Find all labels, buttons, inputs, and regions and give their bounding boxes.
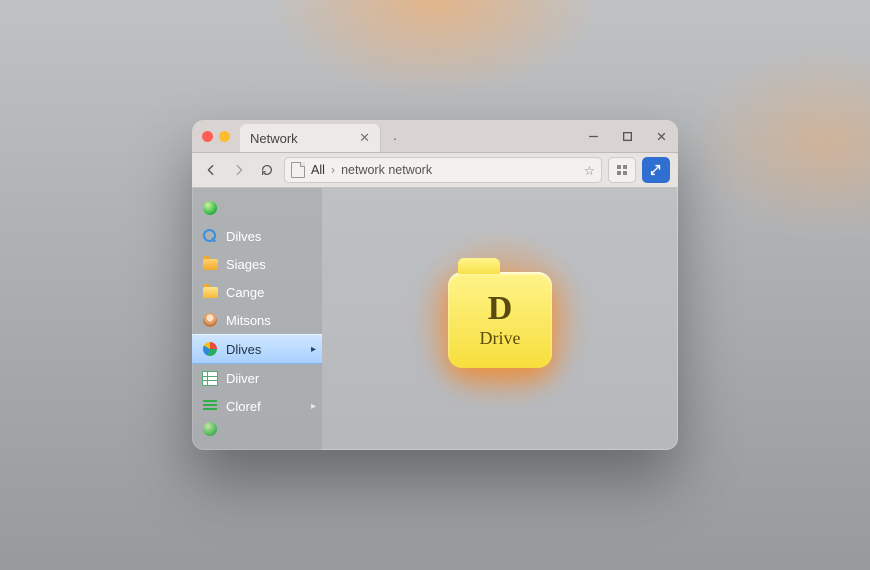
settings-button[interactable] — [642, 157, 670, 183]
sidebar-item-dlives[interactable]: Dlives ▸ — [192, 334, 322, 364]
breadcrumb-path[interactable]: network network — [341, 163, 432, 177]
sidebar-item-label: Dilves — [226, 229, 261, 244]
folder-icon — [202, 256, 218, 272]
drive-glow: D Drive — [440, 260, 560, 380]
drive-folder[interactable]: D Drive — [448, 272, 552, 368]
close-dot-icon[interactable] — [202, 131, 213, 142]
sidebar-item-overflow[interactable] — [192, 420, 322, 438]
minimize-button[interactable] — [576, 120, 610, 152]
table-icon — [202, 370, 218, 386]
sidebar-item-label: Cloref — [226, 399, 261, 414]
sidebar-item-label: Dlives — [226, 342, 261, 357]
sidebar-item-label: Diiver — [226, 371, 259, 386]
sidebar-item-cange[interactable]: Cange — [192, 278, 322, 306]
sidebar: Dilves Siages Cange Mitsons Dlives ▸ — [192, 188, 322, 450]
back-button[interactable] — [200, 159, 222, 181]
sidebar-item-home[interactable] — [192, 194, 322, 222]
forward-button[interactable] — [228, 159, 250, 181]
favorite-icon[interactable]: ☆ — [584, 163, 595, 178]
address-bar[interactable]: All › network network ☆ — [284, 157, 602, 183]
globe-icon — [202, 421, 218, 437]
titlebar: Network ✕ · — [192, 120, 678, 153]
window-controls — [576, 120, 678, 152]
sidebar-item-siages[interactable]: Siages — [192, 250, 322, 278]
tab-network[interactable]: Network ✕ — [240, 124, 381, 152]
toolbar: All › network network ☆ — [192, 153, 678, 188]
breadcrumb-separator-icon: › — [331, 163, 335, 177]
sidebar-item-label: Cange — [226, 285, 264, 300]
sidebar-item-diiver[interactable]: Diiver — [192, 364, 322, 392]
search-icon — [202, 228, 218, 244]
sidebar-item-mitsons[interactable]: Mitsons — [192, 306, 322, 334]
bars-icon — [202, 398, 218, 414]
content-pane[interactable]: D Drive — [322, 188, 678, 450]
mac-traffic-lights — [192, 120, 240, 152]
close-tab-icon[interactable]: ✕ — [359, 130, 370, 146]
drive-letter: D — [488, 292, 513, 326]
window-body: Dilves Siages Cange Mitsons Dlives ▸ — [192, 188, 678, 450]
person-icon — [202, 312, 218, 328]
pie-icon — [202, 341, 218, 357]
refresh-button[interactable] — [256, 159, 278, 181]
view-options-button[interactable] — [608, 157, 636, 183]
drive-label: Drive — [480, 328, 521, 349]
file-explorer-window: Network ✕ · All › network network ☆ — [192, 120, 678, 450]
sidebar-item-label: Siages — [226, 257, 266, 272]
chevron-right-icon: ▸ — [311, 401, 316, 412]
new-tab-button[interactable]: · — [381, 124, 409, 152]
chevron-right-icon: ▸ — [311, 344, 316, 355]
document-icon — [291, 162, 305, 178]
sidebar-item-label: Mitsons — [226, 313, 271, 328]
sidebar-item-cloref[interactable]: Cloref ▸ — [192, 392, 322, 420]
sidebar-item-dilves[interactable]: Dilves — [192, 222, 322, 250]
globe-icon — [202, 200, 218, 216]
maximize-button[interactable] — [610, 120, 644, 152]
breadcrumb-root[interactable]: All — [311, 163, 325, 177]
folder-icon — [202, 284, 218, 300]
close-button[interactable] — [644, 120, 678, 152]
tab-title: Network — [250, 131, 298, 146]
minimize-dot-icon[interactable] — [219, 131, 230, 142]
